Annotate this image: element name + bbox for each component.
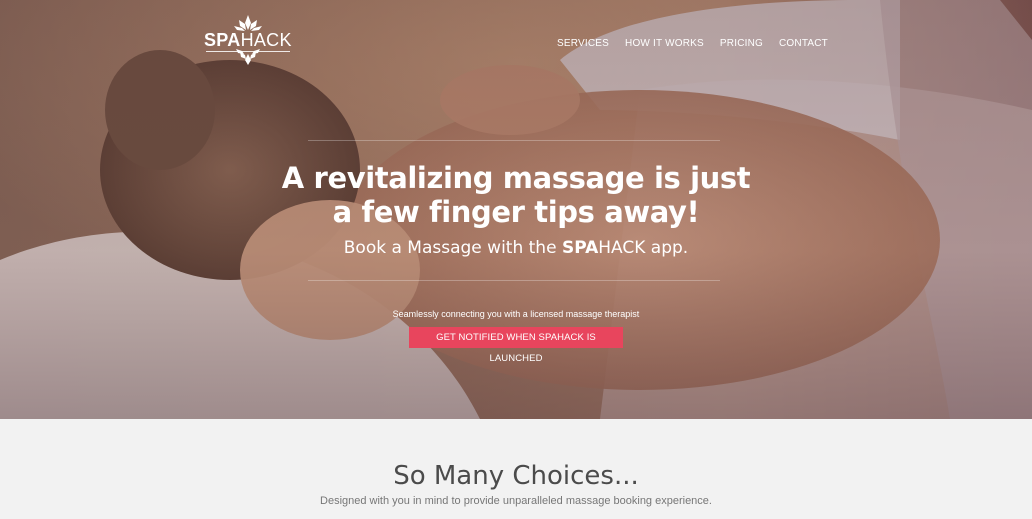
subhead-suffix: app.: [645, 238, 689, 258]
hero-subhead: Book a Massage with the SPAHACK app.: [216, 237, 816, 259]
hero-content: SPAHACK SERVICES HOW IT WORKS PRICING CO…: [0, 0, 1032, 419]
subhead-brand-light: HACK: [598, 238, 646, 258]
choices-title: So Many Choices...: [393, 461, 639, 491]
headline-line-2: a few finger tips away!: [332, 195, 700, 229]
logo-text-light: HACK: [240, 30, 292, 50]
main-nav: SERVICES HOW IT WORKS PRICING CONTACT: [557, 38, 828, 49]
subhead-prefix: Book a Massage with the: [343, 238, 562, 258]
subhead-brand-bold: SPA: [561, 238, 599, 258]
nav-services[interactable]: SERVICES: [557, 38, 609, 49]
hero-section: SPAHACK SERVICES HOW IT WORKS PRICING CO…: [0, 0, 1032, 419]
choices-subtitle: Designed with you in mind to provide unp…: [320, 495, 712, 507]
nav-how-it-works[interactable]: HOW IT WORKS: [625, 38, 704, 49]
logo-text-bold: SPA: [204, 30, 241, 50]
nav-contact[interactable]: CONTACT: [779, 38, 828, 49]
nav-pricing[interactable]: PRICING: [720, 38, 763, 49]
choices-section: So Many Choices... Designed with you in …: [0, 419, 1032, 519]
top-divider: [308, 140, 720, 141]
hero-headline: A revitalizing massage is just a few fing…: [216, 161, 816, 229]
get-notified-button[interactable]: GET NOTIFIED WHEN SPAHACK IS LAUNCHED: [409, 327, 623, 364]
headline-line-1: A revitalizing massage is just: [281, 161, 751, 195]
logo-wordmark: SPAHACK: [204, 30, 292, 51]
bottom-divider: [308, 280, 720, 281]
logo-underline: [206, 51, 290, 52]
spahack-logo[interactable]: SPAHACK: [204, 14, 292, 66]
hero-tagline: Seamlessly connecting you with a license…: [392, 309, 640, 319]
